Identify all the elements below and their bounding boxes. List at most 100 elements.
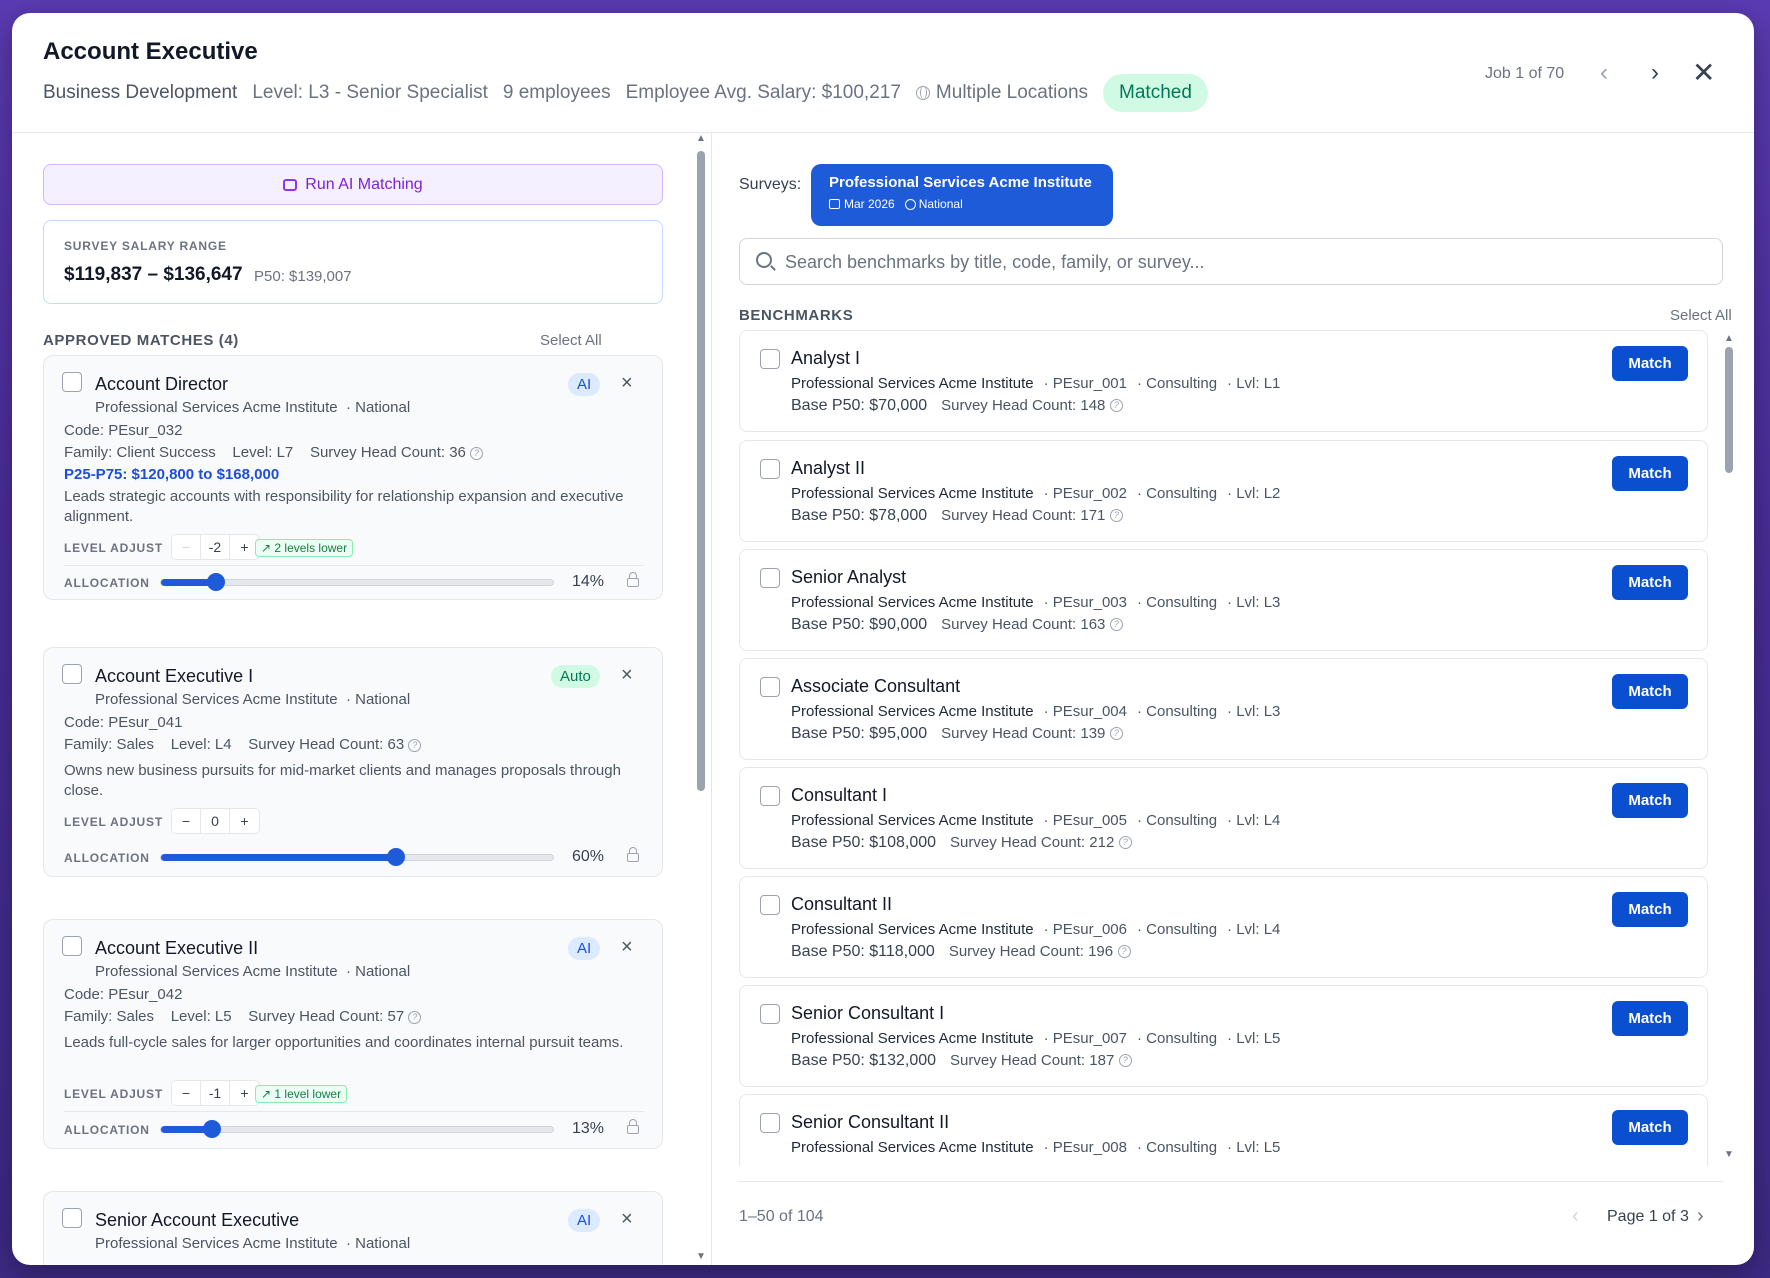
match-checkbox[interactable] [62,664,82,684]
help-icon[interactable]: ? [1109,509,1123,523]
help-icon[interactable]: ? [1118,1054,1132,1068]
benchmark-card: Senior Consultant II Professional Servic… [739,1094,1708,1166]
ai-badge: AI [568,937,601,960]
benchmark-checkbox[interactable] [760,786,780,806]
prev-page-button[interactable]: ‹ [1572,1205,1579,1228]
run-ai-label: Run AI Matching [305,175,423,193]
help-icon[interactable]: ? [408,738,422,752]
select-all-approved[interactable]: Select All [540,332,602,349]
allocation-handle[interactable] [202,1120,221,1138]
benchmark-code: · PEsur_003 [1043,594,1127,611]
search-input[interactable] [785,247,1705,277]
benchmark-pay: Base P50: $108,000 Survey Head Count: 212… [791,834,1132,852]
scroll-up-icon[interactable]: ▲ [1724,333,1734,344]
select-all-benchmarks[interactable]: Select All [1670,307,1732,324]
match-button[interactable]: Match [1612,346,1688,381]
match-button[interactable]: Match [1612,1110,1688,1145]
decrement-button[interactable]: − [172,1081,201,1105]
close-button[interactable]: ✕ [1692,59,1715,87]
survey-chip-meta: Mar 2026 National [829,197,1095,211]
employee-count: 9 employees [502,82,611,103]
prev-job-button[interactable]: ‹ [1600,61,1608,85]
scroll-thumb[interactable] [697,151,705,791]
run-ai-matching-button[interactable]: Run AI Matching [43,164,663,205]
benchmark-checkbox[interactable] [760,895,780,915]
remove-match-button[interactable]: × [621,936,633,959]
scroll-up-icon[interactable]: ▲ [696,133,706,144]
match-family: Family: Sales [64,1008,155,1025]
decrement-button[interactable]: − [172,535,201,559]
benchmark-survey: Professional Services Acme Institute [791,485,1034,502]
match-button[interactable]: Match [1612,674,1688,709]
benchmark-meta: Professional Services Acme Institute · PE… [791,485,1280,502]
help-icon[interactable]: ? [470,446,484,460]
allocation-label: ALLOCATION [64,1123,150,1137]
help-icon[interactable]: ? [1109,727,1123,741]
benchmark-card: Senior Analyst Professional Services Acm… [739,549,1708,651]
scroll-thumb[interactable] [1725,347,1733,473]
benchmark-card: Consultant I Professional Services Acme … [739,767,1708,869]
lock-icon[interactable] [627,847,639,862]
decrement-button[interactable]: − [172,809,201,833]
benchmark-headcount: Survey Head Count: 171 [941,507,1106,524]
allocation-handle[interactable] [206,573,225,591]
match-button[interactable]: Match [1612,456,1688,491]
benchmark-code: · PEsur_004 [1043,703,1127,720]
allocation-handle[interactable] [387,848,406,866]
match-button[interactable]: Match [1612,1001,1688,1036]
help-icon[interactable]: ? [1117,945,1131,959]
match-code: Code: PEsur_032 [64,422,183,439]
remove-match-button[interactable]: × [621,372,633,395]
benchmark-checkbox[interactable] [760,459,780,479]
match-checkbox[interactable] [62,372,82,392]
next-page-button[interactable]: › [1697,1205,1704,1228]
level-adjust-value: 0 [201,809,230,833]
match-details: Family: Sales Level: L5 Survey Head Coun… [64,1008,422,1025]
allocation-percent: 14% [572,573,605,590]
allocation-percent: 60% [572,848,605,865]
help-icon[interactable]: ? [1109,618,1123,632]
lock-icon[interactable] [627,1119,639,1134]
scroll-down-icon[interactable]: ▼ [1724,1149,1734,1160]
remove-match-button[interactable]: × [621,1208,633,1231]
help-icon[interactable]: ? [408,1010,422,1024]
benchmark-meta: Professional Services Acme Institute · PE… [791,1139,1280,1156]
benchmark-checkbox[interactable] [760,677,780,697]
benchmark-checkbox[interactable] [760,1004,780,1024]
allocation-slider[interactable] [160,573,554,591]
allocation-slider[interactable] [160,1120,554,1138]
ai-badge: AI [568,1209,601,1232]
base-p50: Base P50: $118,000 [791,943,935,960]
divider [64,565,644,566]
scroll-down-icon[interactable]: ▼ [696,1251,706,1262]
match-button[interactable]: Match [1612,892,1688,927]
benchmark-checkbox[interactable] [760,349,780,369]
next-job-button[interactable]: › [1651,61,1659,85]
help-icon[interactable]: ? [1118,836,1132,850]
allocation-slider[interactable] [160,848,554,866]
level-adjust-stepper[interactable]: − -1 + [171,1080,260,1106]
level-adjust-stepper[interactable]: − 0 + [171,808,260,834]
benchmark-checkbox[interactable] [760,1113,780,1133]
match-checkbox[interactable] [62,936,82,956]
left-scrollbar[interactable]: ▲ ▼ [694,133,708,1265]
base-p50: Base P50: $90,000 [791,616,928,633]
match-description: Owns new business pursuits for mid-marke… [64,762,621,799]
remove-match-button[interactable]: × [621,664,633,687]
match-family: Family: Sales [64,736,155,753]
help-icon[interactable]: ? [1109,399,1123,413]
lock-icon[interactable] [627,572,639,587]
match-button[interactable]: Match [1612,565,1688,600]
benchmark-checkbox[interactable] [760,568,780,588]
level-adjust-label: LEVEL ADJUST [64,1087,163,1101]
match-button[interactable]: Match [1612,783,1688,818]
benchmark-family: · Consulting [1137,375,1218,392]
level-adjust-value: -2 [201,535,230,559]
level-adjust-stepper[interactable]: − -2 + [171,534,260,560]
increment-button[interactable]: + [230,809,259,833]
survey-chip[interactable]: Professional Services Acme Institute Mar… [811,164,1113,226]
divider [64,1111,644,1112]
results-count: 1–50 of 104 [739,1208,824,1225]
benchmark-scrollbar[interactable]: ▲ ▼ [1724,333,1734,1163]
match-checkbox[interactable] [62,1208,82,1228]
